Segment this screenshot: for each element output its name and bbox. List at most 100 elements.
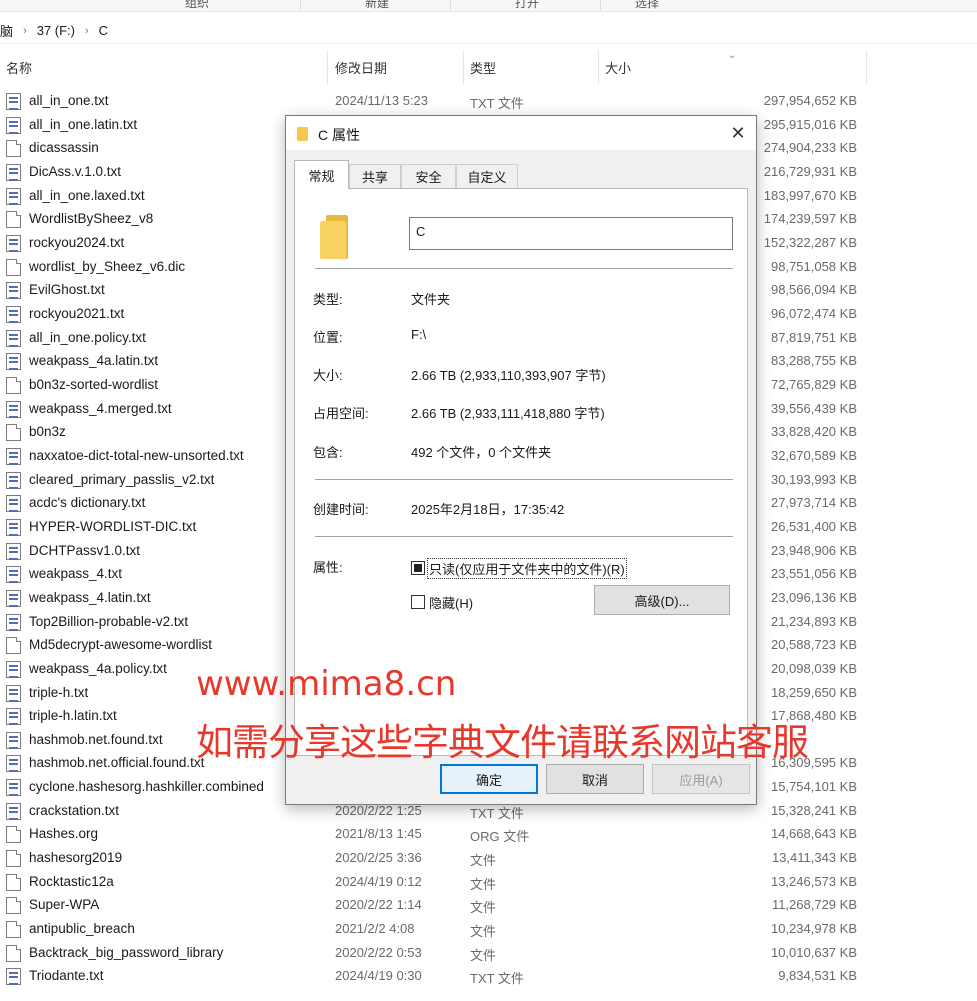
file-size: 26,531,400 KB [770,518,857,534]
file-row[interactable]: Hashes.org 2021/8/13 1:45 ORG 文件 14,668,643… [0,823,977,846]
column-divider[interactable] [327,50,328,84]
file-size: 87,819,751 KB [770,329,857,345]
file-name: DCHTPassv1.0.txt [29,542,141,558]
sort-descending-icon: ⌄ [728,50,737,61]
file-name: Hashes.org [29,826,99,842]
text-file-icon [6,471,21,489]
text-file-icon [6,755,21,773]
folder-icon [297,127,308,141]
file-name: hashmob.net.official.found.txt [29,755,205,771]
apply-button[interactable]: 应用(A) [652,764,750,794]
file-name: acdc's dictionary.txt [29,495,146,511]
file-name: weakpass_4a.policy.txt [29,660,167,676]
file-name: hashesorg2019 [29,850,123,866]
file-name: rockyou2021.txt [29,305,125,321]
column-header-date[interactable]: 修改日期 [335,50,387,84]
breadcrumb-item-folder[interactable]: C [99,23,108,38]
type-label: 类型: [313,292,343,307]
file-name: weakpass_4a.latin.txt [29,353,159,369]
file-size: 9,834,531 KB [778,968,857,984]
file-name: HYPER-WORDLIST-DIC.txt [29,518,197,534]
dialog-title: C 属性 [318,127,360,143]
text-file-icon [6,495,21,513]
watermark-notice: 如需分享这些字典文件请联系网站客服 [196,721,809,764]
file-row[interactable]: all_in_one.txt 2024/11/13 5:23 TXT 文件 297,9… [0,90,977,113]
file-icon [6,826,21,844]
file-type: 文件 [470,900,497,916]
ribbon-divider [600,0,601,10]
file-icon [6,140,21,158]
advanced-button[interactable]: 高级(D)... [594,585,730,615]
file-size: 20,588,723 KB [770,637,857,653]
ribbon-select[interactable]: 选择 [635,0,659,11]
file-type: 文件 [470,876,497,892]
file-icon [6,258,21,276]
file-name: Triodante.txt [29,968,104,984]
file-name: cleared_primary_passlis_v2.txt [29,471,215,487]
column-header-size[interactable]: 大小 [605,50,631,84]
ribbon-organize[interactable]: 组织 [185,0,209,11]
text-file-icon [6,684,21,702]
close-icon[interactable]: ✕ [720,116,756,150]
file-size: 295,915,016 KB [763,116,857,132]
location-label: 位置: [313,330,343,345]
file-row[interactable]: Backtrack_big_password_library 2020/2/22 … [0,942,977,965]
text-file-icon [6,305,21,323]
readonly-checkbox[interactable] [411,561,425,575]
text-file-icon [6,116,21,134]
file-row[interactable]: antipublic_breach 2021/2/2 4:08 文件 10,234,9… [0,918,977,941]
file-size: 10,010,637 KB [770,944,857,960]
hidden-checkbox[interactable] [411,595,425,609]
file-size: 11,268,729 KB [771,897,857,913]
file-row[interactable]: hashesorg2019 2020/2/25 3:36 文件 13,411,343 … [0,847,977,870]
divider [315,536,733,537]
size-label: 大小: [313,368,343,383]
tab-sharing[interactable]: 共享 [349,164,401,188]
column-divider[interactable] [598,50,599,84]
tab-general[interactable]: 常规 [294,160,349,189]
breadcrumb-item-drive[interactable]: 37 (F:) [37,23,75,38]
text-file-icon [6,187,21,205]
breadcrumb-item-computer[interactable]: 脑 [0,21,13,40]
dialog-titlebar[interactable]: C 属性 ✕ [286,116,756,150]
file-name: DicAss.v.1.0.txt [29,163,122,179]
file-icon [6,424,21,442]
ribbon-divider [300,0,301,10]
chevron-right-icon[interactable]: › [85,25,89,37]
contains-value: 492 个文件，0 个文件夹 [411,445,552,460]
watermark-url: www.mima8.cn [196,664,457,704]
tab-customize[interactable]: 自定义 [456,164,518,188]
file-name: all_in_one.latin.txt [29,116,138,132]
column-header-type[interactable]: 类型 [470,50,496,84]
file-icon [6,211,21,229]
file-size: 10,234,978 KB [770,921,857,937]
file-row[interactable]: Triodante.txt 2024/4/19 0:30 TXT 文件 9,834,5… [0,965,977,988]
file-size: 13,246,573 KB [770,873,857,889]
file-name: b0n3z-sorted-wordlist [29,376,159,392]
type-value: 文件夹 [411,292,451,307]
file-name: dicassassin [29,140,99,156]
folder-name-input[interactable]: C [409,217,733,250]
file-date: 2021/2/2 4:08 [335,921,415,937]
file-date: 2024/11/13 5:23 [335,93,429,108]
readonly-label[interactable]: 只读(仅应用于文件夹中的文件)(R) [427,558,627,579]
tab-security[interactable]: 安全 [401,164,456,188]
file-row[interactable]: Rocktastic12a 2024/4/19 0:12 文件 13,246,573 … [0,871,977,894]
column-divider[interactable] [463,50,464,84]
contains-label: 包含: [313,445,343,460]
file-row[interactable]: Super-WPA 2020/2/22 1:14 文件 11,268,729 KB [0,894,977,917]
cancel-button[interactable]: 取消 [546,764,644,794]
file-name: Top2Billion-probable-v2.txt [29,613,189,629]
column-divider[interactable] [866,50,867,84]
folder-icon [320,215,352,259]
ribbon-open[interactable]: 打开 [515,0,539,11]
column-header-name[interactable]: 名称 [6,50,32,84]
text-file-icon [6,400,21,418]
file-type: TXT 文件 [470,96,524,111]
file-size: 39,556,439 KB [770,400,857,416]
file-name: triple-h.txt [29,684,89,700]
ribbon-new[interactable]: 新建 [365,0,389,11]
ok-button[interactable]: 确定 [440,764,538,794]
hidden-label[interactable]: 隐藏(H) [429,593,473,612]
chevron-right-icon[interactable]: › [23,25,27,37]
